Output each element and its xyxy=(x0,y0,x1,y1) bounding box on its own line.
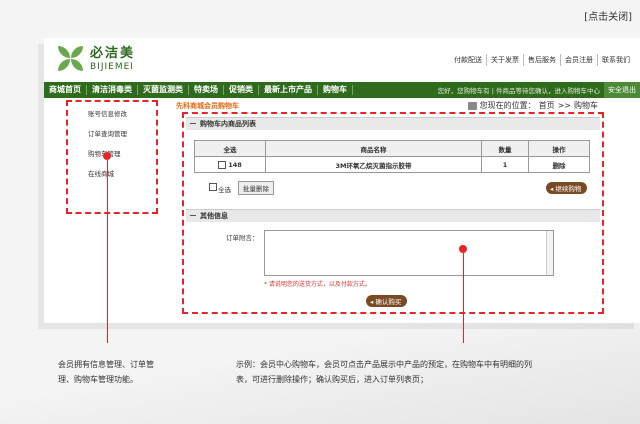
annotation-dot-right xyxy=(459,245,467,253)
top-link-contact[interactable]: 联系我们 xyxy=(597,54,634,66)
menu-item-orders[interactable]: 订单查询管理 xyxy=(88,128,127,138)
confirm-purchase-button[interactable]: 确认购买 xyxy=(366,295,408,307)
page-title: 先科商城会员购物车 xyxy=(176,102,239,110)
cart-table: 全选 商品名称 数量 操作 148 3M环氧乙烷灭菌指示胶带 1 删除 xyxy=(194,140,590,173)
leaf-logo-icon xyxy=(58,46,84,72)
row-id: 148 xyxy=(228,160,242,169)
nav-item-promotions[interactable]: 促销类 xyxy=(224,85,259,95)
breadcrumb-sep: >> xyxy=(557,101,571,110)
other-section-header: 其他信息 xyxy=(186,209,600,222)
nav-item-new-products[interactable]: 最新上市产品 xyxy=(259,85,318,95)
cart-notice[interactable]: 您好，您购物车有 | 件商品等待您确认，进入购物车中心 xyxy=(438,85,604,95)
nav-item-home[interactable]: 商城首页 xyxy=(44,85,87,95)
remark-scrollbar[interactable] xyxy=(546,231,553,275)
continue-shopping-button[interactable]: 继续购物 xyxy=(546,182,588,194)
caption-right-line-1: 示例：会员中心购物车，会员可点击产品展示中产品的预定，在购物车中有明细的列 xyxy=(236,360,532,369)
logout-button[interactable]: 安全退出 xyxy=(604,82,640,98)
table-row: 148 3M环氧乙烷灭菌指示胶带 1 删除 xyxy=(194,156,590,173)
batch-delete-button[interactable]: 批量删除 xyxy=(238,181,274,195)
top-links: 付款配送 关于发票 售后服务 会员注册 联系我们 xyxy=(450,54,634,66)
breadcrumb-home[interactable]: 首页 xyxy=(539,100,555,111)
remark-textarea[interactable] xyxy=(264,230,554,276)
breadcrumb: 您现在的位置： 首页 >> 购物车 xyxy=(467,100,598,111)
caption-right-line-2: 表，可进行删除操作；确认购买后，进入订单列表页； xyxy=(236,375,428,384)
select-all-checkbox[interactable] xyxy=(209,183,217,191)
row-product-name[interactable]: 3M环氧乙烷灭菌指示胶带 xyxy=(265,156,482,173)
remark-hint: * 请说明您的送货方式，以及付款方式。 xyxy=(264,281,371,288)
annotation-line-left xyxy=(107,160,108,343)
caption-right: 示例：会员中心购物车，会员可点击产品展示中产品的预定，在购物车中有明细的列 表，… xyxy=(236,357,626,387)
nav-item-sterilization[interactable]: 灭菌监测类 xyxy=(138,85,189,95)
select-all-label: 全选 xyxy=(218,186,231,194)
cart-section-title: 购物车内商品列表 xyxy=(200,120,256,128)
nav-item-specials[interactable]: 特卖场 xyxy=(189,85,224,95)
table-header-row: 全选 商品名称 数量 操作 xyxy=(194,140,590,157)
annotation-dot-left xyxy=(103,152,111,160)
row-checkbox[interactable] xyxy=(218,160,227,169)
close-link[interactable]: [点击关闭] xyxy=(584,8,632,23)
top-link-payment[interactable]: 付款配送 xyxy=(450,54,486,66)
row-select: 148 xyxy=(194,156,266,173)
breadcrumb-current: 购物车 xyxy=(574,101,598,110)
caption-left-line-1: 会员拥有信息管理、订单管 xyxy=(58,360,154,369)
caption-left-line-2: 理、购物车管理功能。 xyxy=(58,375,138,384)
site-logo[interactable]: 必洁美 BIJIEMEI xyxy=(58,46,135,72)
left-menu-highlight: 账号信息修改 订单查询管理 购物车管理 在线商城 xyxy=(66,100,158,214)
menu-item-account[interactable]: 账号信息修改 xyxy=(88,108,127,118)
col-product-name: 商品名称 xyxy=(265,140,482,157)
top-link-aftersales[interactable]: 售后服务 xyxy=(523,54,560,66)
main-nav: 商城首页 清洁消毒类 灭菌监测类 特卖场 促销类 最新上市产品 购物车 您好，您… xyxy=(44,82,640,98)
col-select-all: 全选 xyxy=(194,140,266,157)
row-quantity[interactable]: 1 xyxy=(481,156,529,173)
cart-section-header: 购物车内商品列表 xyxy=(186,117,600,130)
annotation-line-right xyxy=(463,253,464,343)
top-link-register[interactable]: 会员注册 xyxy=(560,54,597,66)
logo-name-cn: 必洁美 xyxy=(90,45,136,61)
menu-item-shop[interactable]: 在线商城 xyxy=(88,168,114,178)
col-quantity: 数量 xyxy=(481,140,529,157)
row-delete-link[interactable]: 删除 xyxy=(528,156,590,173)
nav-item-cart[interactable]: 购物车 xyxy=(318,85,353,95)
logo-name-en: BIJIEMEI xyxy=(90,61,134,72)
caption-left: 会员拥有信息管理、订单管 理、购物车管理功能。 xyxy=(58,357,188,387)
other-section-title: 其他信息 xyxy=(200,212,228,220)
remark-label: 订单附言： xyxy=(226,234,259,242)
top-link-invoice[interactable]: 关于发票 xyxy=(486,54,523,66)
breadcrumb-prefix: 您现在的位置： xyxy=(479,101,536,110)
nav-item-cleaning[interactable]: 清洁消毒类 xyxy=(87,85,138,95)
col-action: 操作 xyxy=(528,140,590,157)
home-icon xyxy=(467,101,477,110)
site-header: 必洁美 BIJIEMEI 付款配送 关于发票 售后服务 会员注册 联系我们 xyxy=(44,38,640,82)
